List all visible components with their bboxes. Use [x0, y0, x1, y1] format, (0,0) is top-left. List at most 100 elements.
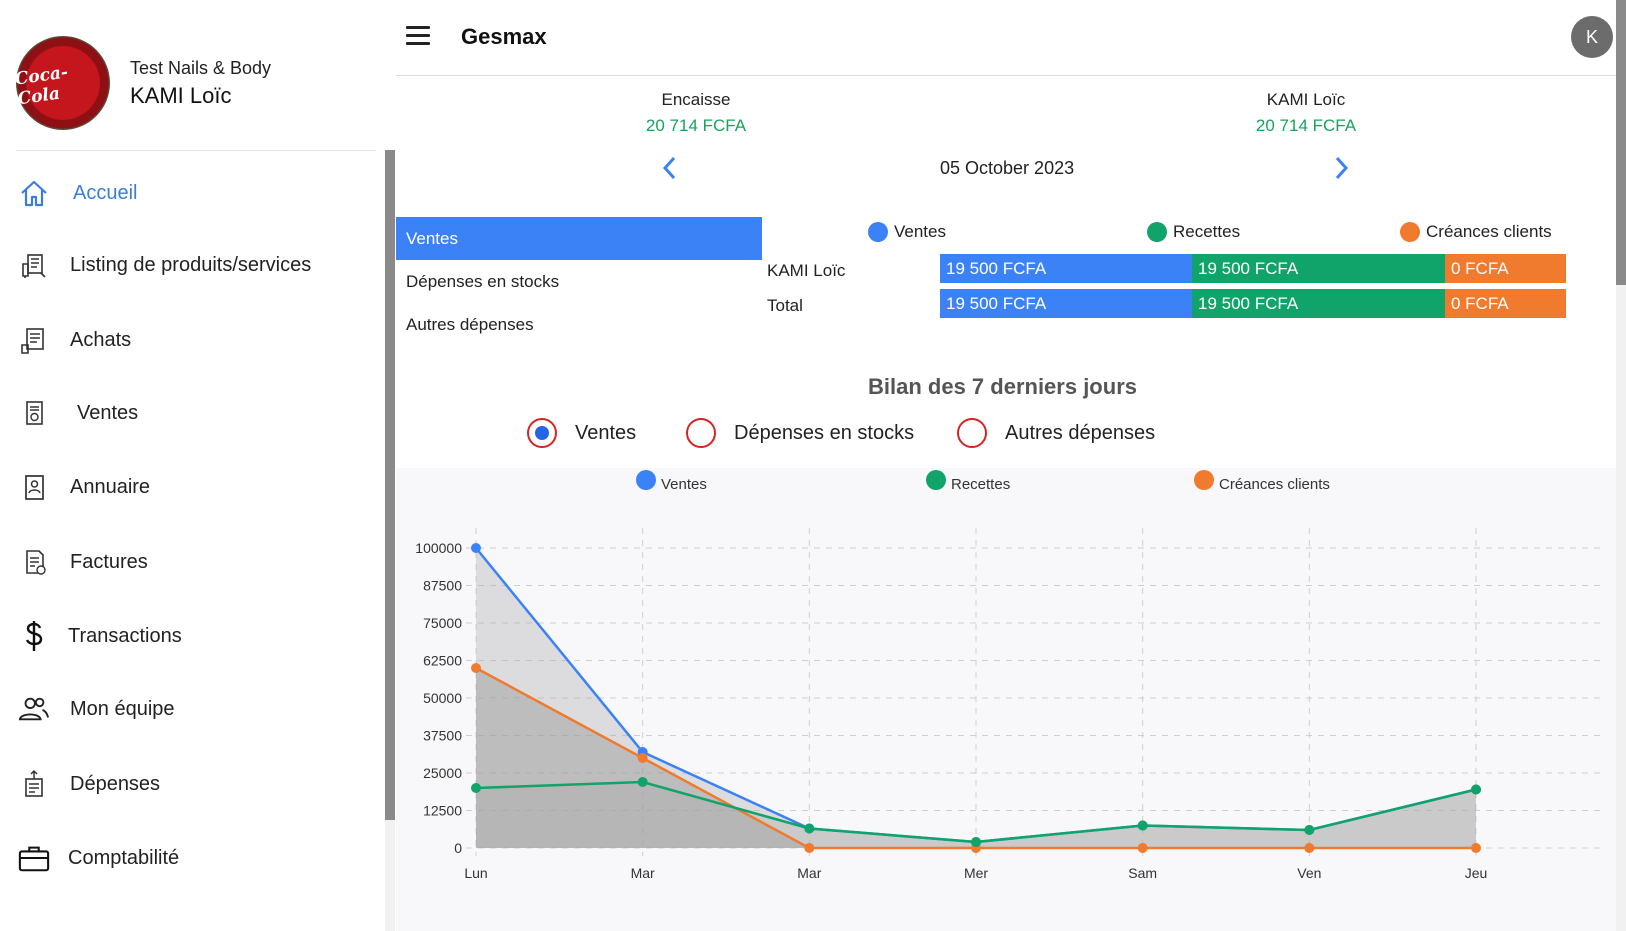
- stats-legend-ventes: Ventes: [868, 222, 946, 242]
- sidebar-item-depenses[interactable]: Dépenses: [0, 754, 380, 814]
- data-point: [471, 543, 481, 553]
- data-point: [804, 843, 815, 853]
- stats-ventes-bar: 19 500 FCFA: [940, 254, 1192, 283]
- report-tabs: Ventes Dépenses en stocks Autres dépense…: [396, 217, 762, 346]
- data-point: [1137, 843, 1148, 853]
- data-point: [1137, 820, 1148, 831]
- data-point: [1471, 843, 1481, 853]
- app-root: Coca-Cola Test Nails & Body KAMI Loïc Ac…: [0, 0, 1626, 931]
- data-point: [1304, 825, 1315, 835]
- legend-dot: [1400, 222, 1420, 242]
- data-point: [1471, 784, 1481, 795]
- x-tick-label: Jeu: [1465, 865, 1488, 881]
- sidebar-scrollbar-track: [385, 820, 395, 931]
- user-summary-label: KAMI Loïc: [1266, 90, 1346, 109]
- sidebar-item-annuaire[interactable]: Annuaire: [0, 457, 380, 517]
- products-icon: [18, 249, 50, 281]
- tab-autres-depenses[interactable]: Autres dépenses: [396, 303, 762, 346]
- x-tick-label: Ven: [1297, 865, 1321, 881]
- radio-depenses-stocks[interactable]: Dépenses en stocks: [686, 418, 914, 448]
- sidebar-scrollbar[interactable]: [385, 150, 395, 820]
- sidebar-item-label: Factures: [70, 550, 148, 573]
- legend-marker: [636, 470, 656, 490]
- legend-dot: [1147, 222, 1167, 242]
- stats-ventes-bar: 19 500 FCFA: [940, 289, 1192, 318]
- sidebar-item-label: Ventes: [77, 401, 139, 424]
- topbar: Gesmax K: [396, 0, 1626, 76]
- sidebar-item-mon-equipe[interactable]: Mon équipe: [0, 679, 380, 739]
- y-tick-label: 62500: [423, 653, 462, 669]
- legend-label: Créances clients: [1426, 222, 1552, 241]
- app-title: Gesmax: [461, 24, 547, 49]
- sidebar-item-label: Annuaire: [70, 475, 151, 498]
- user-avatar[interactable]: K: [1571, 16, 1613, 58]
- y-tick-label: 0: [454, 840, 462, 856]
- sidebar-item-accueil[interactable]: Accueil: [0, 163, 380, 223]
- radio-autres-depenses[interactable]: Autres dépenses: [957, 418, 1155, 448]
- expenses-icon: [18, 768, 50, 800]
- tab-depenses-stocks[interactable]: Dépenses en stocks: [396, 260, 762, 303]
- stats-recettes-bar: 19 500 FCFA: [1192, 254, 1445, 283]
- user-summary-value: 20 714 FCFA: [1255, 116, 1357, 135]
- stats-legend-creances: Créances clients: [1400, 222, 1552, 242]
- radio-label: Dépenses en stocks: [734, 421, 915, 444]
- directory-icon: [18, 471, 50, 503]
- encaisse-summary: Encaisse 20 714 FCFA: [586, 90, 806, 136]
- data-point: [471, 783, 481, 793]
- home-icon: [18, 177, 50, 209]
- sidebar-item-label: Dépenses: [70, 772, 161, 795]
- y-tick-label: 87500: [423, 578, 462, 594]
- profile-text: Test Nails & Body KAMI Loïc: [130, 58, 271, 109]
- sidebar-item-comptabilite[interactable]: Comptabilité: [0, 828, 380, 888]
- chevron-left-icon[interactable]: [659, 154, 679, 182]
- bilan-line-chart: 0 12500 25000 37500 50000 62500 75000 87500 1000…: [415, 470, 1606, 881]
- stats-row-label: Total: [767, 296, 803, 315]
- profile-header: Coca-Cola Test Nails & Body KAMI Loïc: [13, 36, 271, 130]
- legend-label: Créances clients: [1219, 476, 1330, 493]
- radio-button[interactable]: [686, 418, 716, 448]
- radio-label: Autres dépenses: [1005, 421, 1156, 444]
- stats-creances-bar: 0 FCFA: [1445, 289, 1566, 318]
- radio-ventes[interactable]: Ventes: [527, 418, 636, 448]
- data-point: [1304, 843, 1315, 853]
- data-point: [804, 823, 815, 834]
- user-summary: KAMI Loïc 20 714 FCFA: [1196, 90, 1416, 136]
- legend-marker: [926, 470, 946, 490]
- radio-label: Ventes: [575, 421, 637, 444]
- chevron-right-icon[interactable]: [1332, 154, 1352, 182]
- logo-text: Coca-Cola: [13, 62, 70, 110]
- briefcase-icon: [18, 842, 50, 874]
- data-point: [471, 663, 481, 673]
- sidebar-item-label: Mon équipe: [70, 697, 175, 720]
- current-date: 05 October 2023: [940, 158, 1075, 178]
- sidebar-item-label: Comptabilité: [68, 846, 180, 869]
- data-point: [637, 777, 648, 787]
- page-scrollbar[interactable]: [1616, 0, 1626, 285]
- stats-recettes-bar: 19 500 FCFA: [1192, 289, 1445, 318]
- stats-creances-bar: 0 FCFA: [1445, 254, 1566, 283]
- team-icon: [18, 693, 50, 725]
- legend-label: Ventes: [661, 476, 707, 493]
- y-tick-label: 50000: [423, 690, 462, 706]
- x-tick-label: Mer: [964, 865, 988, 881]
- legend-label: Ventes: [894, 222, 946, 241]
- sidebar: Coca-Cola Test Nails & Body KAMI Loïc Ac…: [0, 0, 395, 931]
- y-tick-label: 25000: [423, 765, 462, 781]
- sidebar-item-achats[interactable]: Achats: [0, 310, 380, 370]
- sidebar-item-transactions[interactable]: Transactions: [0, 606, 380, 666]
- bilan-title: Bilan des 7 derniers jours: [868, 374, 1137, 399]
- dollar-icon: [18, 620, 50, 652]
- sidebar-item-ventes[interactable]: Ventes: [0, 383, 380, 443]
- encaisse-value: 20 714 FCFA: [645, 116, 747, 135]
- data-point: [637, 753, 648, 763]
- profile-user-name: KAMI Loïc: [130, 82, 232, 108]
- radio-button[interactable]: [957, 418, 987, 448]
- legend-marker: [1194, 470, 1214, 490]
- sidebar-item-listing[interactable]: Listing de produits/services: [0, 235, 380, 295]
- tab-ventes[interactable]: Ventes: [396, 217, 762, 260]
- radio-button-selected[interactable]: [527, 418, 557, 448]
- sidebar-item-label: Transactions: [68, 624, 182, 647]
- menu-icon[interactable]: [406, 26, 430, 46]
- legend-dot: [868, 222, 888, 242]
- sidebar-item-factures[interactable]: Factures: [0, 532, 380, 592]
